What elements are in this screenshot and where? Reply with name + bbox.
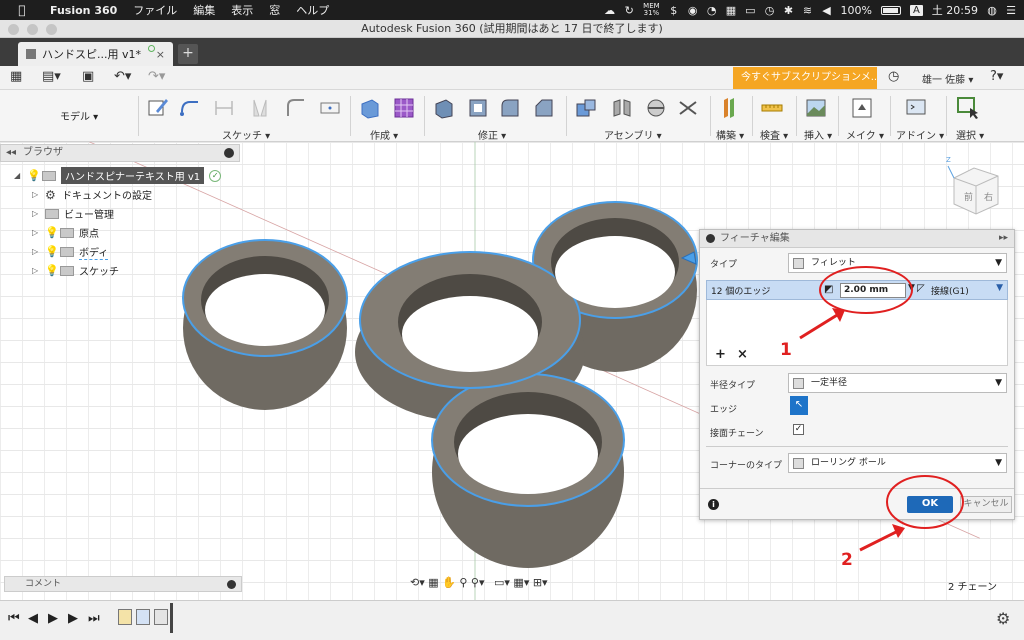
annotation-overlay <box>799 266 964 552</box>
step-forward-icon[interactable]: ▶ <box>68 611 78 626</box>
orbit-icon[interactable]: ⟲▾ <box>410 576 425 589</box>
timeline-sketch-feature[interactable] <box>118 609 132 625</box>
timeline-marker[interactable] <box>170 603 173 633</box>
go-to-start-icon[interactable]: ⏮ <box>8 611 20 626</box>
annotation-circle-radius <box>819 266 913 314</box>
grid-settings-icon[interactable]: ▦▾ <box>513 576 529 589</box>
comments-label: コメント <box>25 579 62 589</box>
annotation-arrowhead-2 <box>892 524 905 538</box>
comments-minimize-icon[interactable] <box>227 580 236 589</box>
fit-icon[interactable]: ⚲▾ <box>471 576 485 589</box>
zoom-icon[interactable]: ⚲ <box>459 576 467 589</box>
display-settings-icon[interactable]: ▭▾ <box>494 576 510 589</box>
pan-icon[interactable]: ✋ <box>442 576 456 589</box>
timeline-settings-gear-icon[interactable]: ⚙ <box>996 609 1010 628</box>
selection-status: 2 チェーン <box>948 582 998 593</box>
go-to-end-icon[interactable]: ⏭ <box>88 611 100 626</box>
annotation-number-1: 1 <box>780 340 792 360</box>
annotation-number-2: 2 <box>841 550 853 570</box>
navigation-bar: ⟲▾ ▦ ✋ ⚲ ⚲▾ ▭▾ ▦▾ ⊞▾ <box>410 576 610 594</box>
annotation-circle-ok <box>886 475 964 529</box>
look-at-icon[interactable]: ▦ <box>428 576 438 589</box>
comments-panel-header[interactable]: コメント <box>4 576 242 592</box>
annotation-arrowhead-1 <box>832 308 845 322</box>
annotation-arrow-1 <box>799 310 843 340</box>
timeline-extrude-feature[interactable] <box>136 609 150 625</box>
play-icon[interactable]: ▶ <box>48 611 58 626</box>
viewports-icon[interactable]: ⊞▾ <box>533 576 548 589</box>
step-back-icon[interactable]: ◀ <box>28 611 38 626</box>
timeline-fillet-feature[interactable] <box>154 609 168 625</box>
timeline: ⏮ ◀ ▶ ▶ ⏭ ⚙ <box>0 600 1024 640</box>
annotation-arrow-2 <box>859 528 901 552</box>
